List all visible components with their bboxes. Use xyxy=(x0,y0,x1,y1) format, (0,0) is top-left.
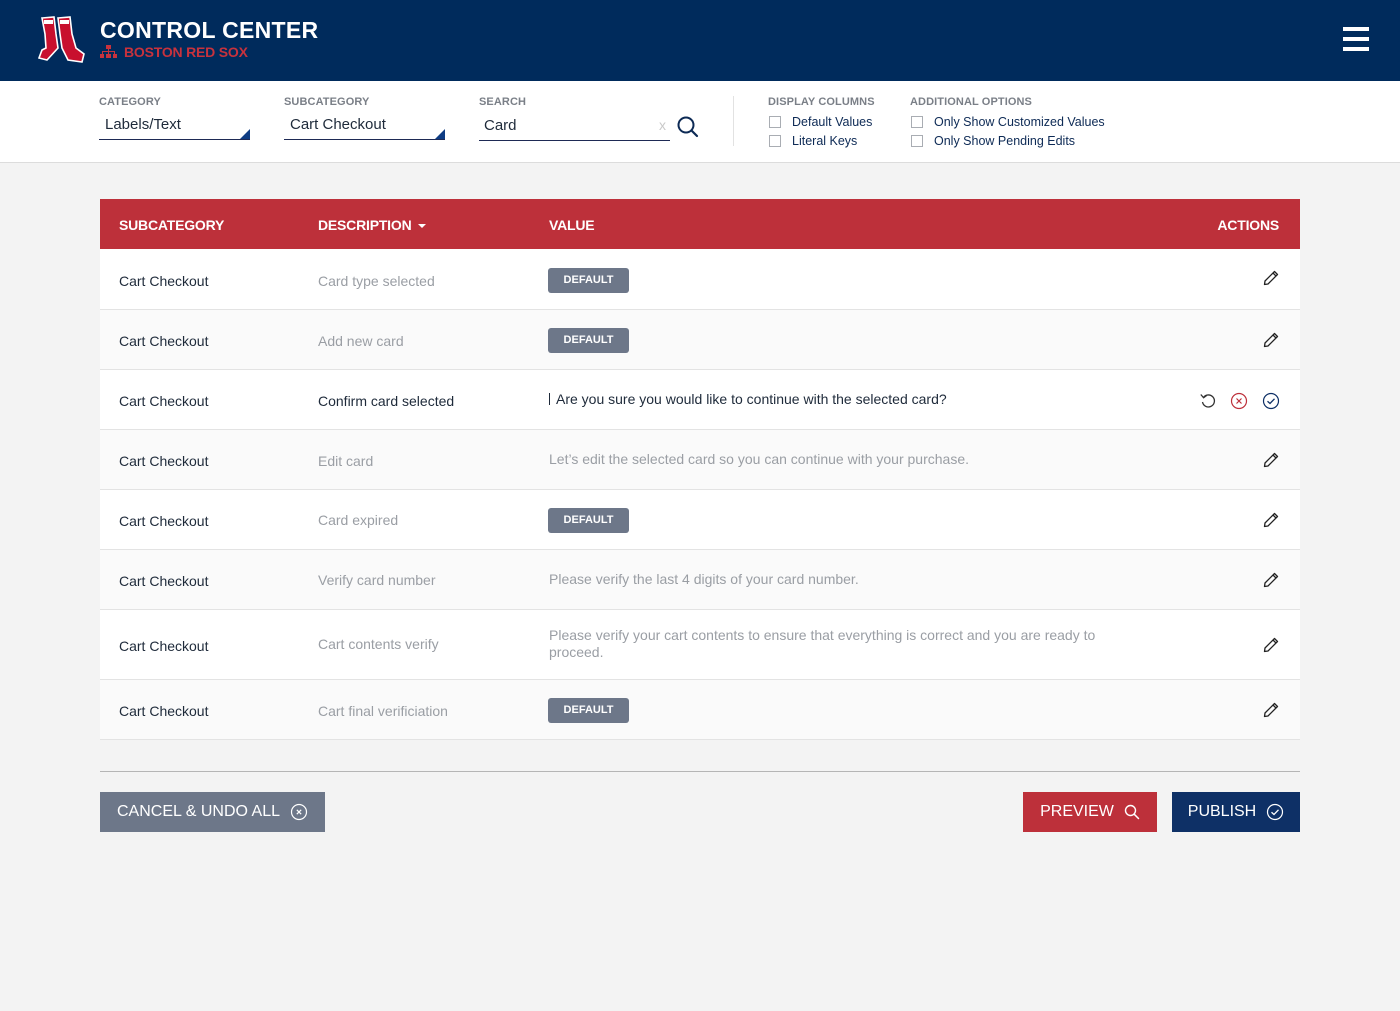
row-description: Add new card xyxy=(318,333,404,349)
sort-desc-icon xyxy=(418,224,427,229)
row-description: Verify card number xyxy=(318,572,436,588)
checkbox-literal-keys[interactable]: Literal Keys xyxy=(769,134,857,148)
footer-divider xyxy=(100,771,1300,772)
checkbox-default-values[interactable]: Default Values xyxy=(769,115,872,129)
default-badge: DEFAULT xyxy=(548,698,629,723)
filter-bar: CATEGORY Labels/Text SUBCATEGORY Cart Ch… xyxy=(0,81,1400,163)
checkbox-only-customized[interactable]: Only Show Customized Values xyxy=(911,115,1105,129)
filter-divider xyxy=(733,96,734,146)
header-description-label: DESCRIPTION xyxy=(318,217,412,233)
pencil-icon[interactable] xyxy=(1263,452,1279,468)
table-row: Cart Checkout Cart contents verify Pleas… xyxy=(100,610,1300,680)
cancel-undo-all-label: CANCEL & UNDO ALL xyxy=(116,803,280,820)
app-header: CONTROL CENTER BOSTON RED SOX xyxy=(0,0,1400,81)
pencil-icon[interactable] xyxy=(1263,702,1279,718)
team-selector[interactable]: BOSTON RED SOX xyxy=(100,44,248,60)
undo-icon[interactable] xyxy=(1199,391,1217,409)
header-value[interactable]: VALUE xyxy=(549,217,595,233)
row-description: Cart final verificiation xyxy=(318,703,448,719)
row-description: Card type selected xyxy=(318,273,435,289)
row-subcategory: Cart Checkout xyxy=(119,453,209,469)
checkbox-label: Default Values xyxy=(792,115,873,129)
search-icon xyxy=(1124,804,1140,820)
header-actions: ACTIONS xyxy=(1217,217,1279,233)
check-circle-icon xyxy=(1267,803,1284,821)
search-input[interactable] xyxy=(479,111,670,141)
row-subcategory: Cart Checkout xyxy=(119,703,209,719)
pencil-icon[interactable] xyxy=(1263,332,1279,348)
default-badge: DEFAULT xyxy=(548,268,629,293)
table-row: Cart Checkout Card type selected DEFAULT xyxy=(100,249,1300,310)
row-value: Please verify the last 4 digits of your … xyxy=(549,571,859,587)
publish-label: PUBLISH xyxy=(1187,803,1257,820)
category-label: CATEGORY xyxy=(99,96,161,108)
table-row: Cart Checkout Verify card number Please … xyxy=(100,550,1300,610)
checkbox-label: Only Show Pending Edits xyxy=(934,134,1076,148)
text-cursor xyxy=(549,393,550,405)
table-header: SUBCATEGORY DESCRIPTION VALUE ACTIONS xyxy=(100,199,1300,249)
row-subcategory: Cart Checkout xyxy=(119,333,209,349)
table-row: Cart Checkout Edit card Let’s edit the s… xyxy=(100,430,1300,490)
value-edit-field[interactable]: Are you sure you would like to continue … xyxy=(549,391,947,407)
red-sox-logo-icon xyxy=(37,16,85,63)
values-table: SUBCATEGORY DESCRIPTION VALUE ACTIONS Ca… xyxy=(100,199,1300,740)
additional-options-label: ADDITIONAL OPTIONS xyxy=(910,96,1032,108)
row-value: Let’s edit the selected card so you can … xyxy=(549,451,969,467)
row-description: Confirm card selected xyxy=(318,393,455,409)
row-description: Cart contents verify xyxy=(318,636,439,652)
pencil-icon[interactable] xyxy=(1263,637,1279,653)
default-badge: DEFAULT xyxy=(548,508,629,533)
close-circle-icon xyxy=(290,803,308,821)
org-chart-icon xyxy=(100,45,117,58)
default-badge: DEFAULT xyxy=(548,328,629,353)
checkbox-label: Only Show Customized Values xyxy=(934,115,1105,129)
team-name: BOSTON RED SOX xyxy=(124,44,248,60)
confirm-edit-icon[interactable] xyxy=(1262,392,1280,410)
value-edit-text: Are you sure you would like to continue … xyxy=(556,391,947,407)
header-description[interactable]: DESCRIPTION xyxy=(318,217,427,233)
checkbox-label: Literal Keys xyxy=(792,134,858,148)
row-subcategory: Cart Checkout xyxy=(119,513,209,529)
row-subcategory: Cart Checkout xyxy=(119,393,209,409)
category-select[interactable]: Labels/Text xyxy=(99,111,250,140)
cancel-undo-all-button[interactable]: CANCEL & UNDO ALL xyxy=(100,792,325,832)
checkbox-icon[interactable] xyxy=(911,135,923,147)
publish-button[interactable]: PUBLISH xyxy=(1172,792,1300,832)
checkbox-only-pending[interactable]: Only Show Pending Edits xyxy=(911,134,1075,148)
pencil-icon[interactable] xyxy=(1263,572,1279,588)
table-row: Cart Checkout Card expired DEFAULT xyxy=(100,490,1300,550)
subcategory-select[interactable]: Cart Checkout xyxy=(284,111,445,140)
row-subcategory: Cart Checkout xyxy=(119,273,209,289)
row-subcategory: Cart Checkout xyxy=(119,573,209,589)
display-columns-label: DISPLAY COLUMNS xyxy=(768,96,875,108)
row-value: Please verify your cart contents to ensu… xyxy=(549,627,1096,660)
app-title: CONTROL CENTER xyxy=(100,17,319,43)
hamburger-menu-icon[interactable] xyxy=(1343,27,1369,53)
cancel-edit-icon[interactable] xyxy=(1230,392,1248,410)
search-label: SEARCH xyxy=(479,96,527,108)
subcategory-select-value: Cart Checkout xyxy=(290,116,386,133)
header-subcategory[interactable]: SUBCATEGORY xyxy=(119,217,224,233)
dropdown-corner-icon xyxy=(435,129,445,139)
checkbox-icon[interactable] xyxy=(769,135,781,147)
table-row: Cart Checkout Add new card DEFAULT xyxy=(100,310,1300,370)
dropdown-corner-icon xyxy=(240,129,250,139)
preview-label: PREVIEW xyxy=(1040,803,1114,820)
row-subcategory: Cart Checkout xyxy=(119,638,209,654)
preview-button[interactable]: PREVIEW xyxy=(1023,792,1157,832)
category-select-value: Labels/Text xyxy=(105,116,181,133)
search-icon[interactable] xyxy=(676,115,700,139)
pencil-icon[interactable] xyxy=(1263,270,1279,286)
pencil-icon[interactable] xyxy=(1263,512,1279,528)
checkbox-icon[interactable] xyxy=(769,116,781,128)
subcategory-label: SUBCATEGORY xyxy=(284,96,370,108)
row-description: Card expired xyxy=(318,512,399,528)
table-row-editing: Cart Checkout Confirm card selected Are … xyxy=(100,370,1300,430)
table-row: Cart Checkout Cart final verificiation D… xyxy=(100,680,1300,740)
clear-search-icon[interactable]: x xyxy=(659,117,666,133)
checkbox-icon[interactable] xyxy=(911,116,923,128)
row-description: Edit card xyxy=(318,453,374,469)
